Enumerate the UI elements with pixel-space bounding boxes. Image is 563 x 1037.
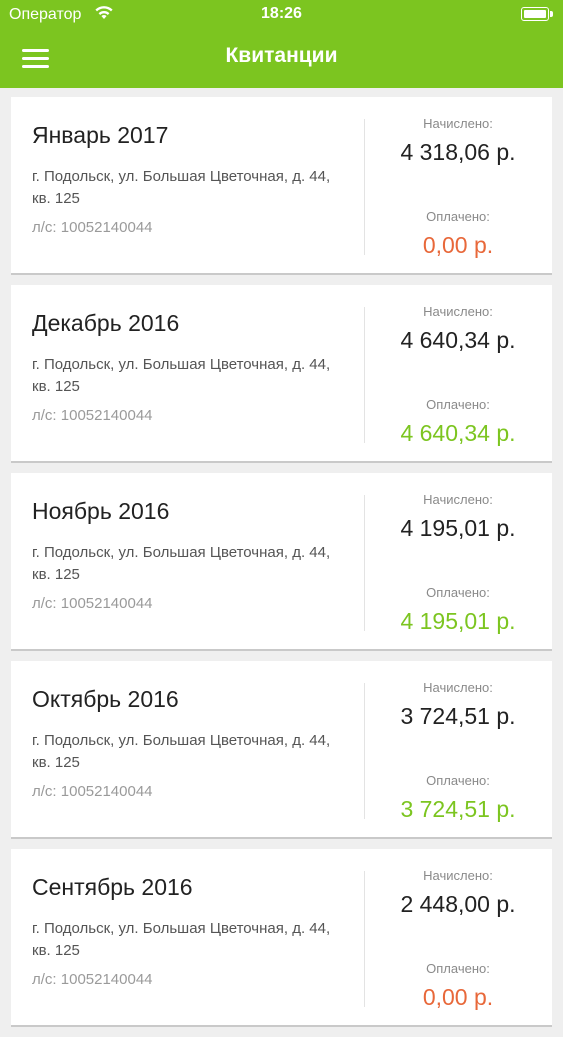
receipt-address: г. Подольск, ул. Большая Цветочная, д. 4… bbox=[32, 356, 331, 395]
paid-amount: 4 640,34 р. bbox=[400, 420, 516, 446]
receipt-account-number: л/с: 10052140044 bbox=[32, 783, 153, 800]
receipt-account-number: л/с: 10052140044 bbox=[32, 407, 153, 424]
paid-label: Оплачено: bbox=[426, 773, 490, 788]
receipt-account-number: л/с: 10052140044 bbox=[32, 219, 153, 236]
charged-label: Начислено: bbox=[423, 304, 493, 319]
receipt-address: г. Подольск, ул. Большая Цветочная, д. 4… bbox=[32, 920, 331, 959]
receipt-address: г. Подольск, ул. Большая Цветочная, д. 4… bbox=[32, 168, 331, 207]
charged-amount: 2 448,00 р. bbox=[400, 891, 516, 917]
vertical-divider bbox=[364, 495, 365, 631]
receipt-account-number: л/с: 10052140044 bbox=[32, 971, 153, 988]
paid-label: Оплачено: bbox=[426, 961, 490, 976]
paid-amount: 4 195,01 р. bbox=[400, 608, 516, 634]
receipt-card[interactable]: Сентябрь 2016 г. Подольск, ул. Большая Цв… bbox=[11, 849, 552, 1027]
paid-amount: 0,00 р. bbox=[422, 232, 494, 258]
vertical-divider bbox=[364, 119, 365, 255]
receipt-card[interactable]: Декабрь 2016 г. Подольск, ул. Большая Цве… bbox=[11, 285, 552, 463]
battery-icon bbox=[521, 7, 553, 21]
charged-amount: 4 640,34 р. bbox=[400, 327, 516, 353]
receipt-address: г. Подольск, ул. Большая Цветочная, д. 4… bbox=[32, 732, 331, 771]
receipt-period: Сентябрь 2016 bbox=[32, 874, 193, 900]
charged-label: Начислено: bbox=[423, 680, 493, 695]
paid-label: Оплачено: bbox=[426, 209, 490, 224]
receipt-card[interactable]: Октябрь 2016 г. Подольск, ул. Большая Цве… bbox=[11, 661, 552, 839]
app-header: Оператор 18:26 Квитанции bbox=[0, 0, 563, 88]
receipt-address: г. Подольск, ул. Большая Цветочная, д. 4… bbox=[32, 544, 331, 583]
navigation-bar: Квитанции bbox=[0, 30, 563, 88]
page-title: Квитанции bbox=[225, 44, 338, 67]
charged-label: Начислено: bbox=[423, 492, 493, 507]
receipt-period: Октябрь 2016 bbox=[32, 686, 179, 712]
receipt-list[interactable]: Январь 2017 г. Подольск, ул. Большая Цвет… bbox=[11, 97, 552, 1037]
receipt-card[interactable]: Ноябрь 2016 г. Подольск, ул. Большая Цвет… bbox=[11, 473, 552, 651]
receipt-account-number: л/с: 10052140044 bbox=[32, 595, 153, 612]
charged-label: Начислено: bbox=[423, 868, 493, 883]
status-bar: Оператор 18:26 bbox=[0, 0, 563, 30]
vertical-divider bbox=[364, 307, 365, 443]
receipt-card[interactable]: Январь 2017 г. Подольск, ул. Большая Цвет… bbox=[11, 97, 552, 275]
charged-amount: 4 195,01 р. bbox=[400, 515, 516, 541]
charged-label: Начислено: bbox=[423, 116, 493, 131]
status-time: 18:26 bbox=[261, 5, 302, 22]
receipt-period: Январь 2017 bbox=[32, 122, 169, 148]
paid-label: Оплачено: bbox=[426, 585, 490, 600]
paid-amount: 0,00 р. bbox=[422, 984, 494, 1010]
paid-label: Оплачено: bbox=[426, 397, 490, 412]
paid-amount: 3 724,51 р. bbox=[400, 796, 516, 822]
receipt-period: Декабрь 2016 bbox=[32, 310, 180, 336]
charged-amount: 3 724,51 р. bbox=[400, 703, 516, 729]
vertical-divider bbox=[364, 683, 365, 819]
vertical-divider bbox=[364, 871, 365, 1007]
charged-amount: 4 318,06 р. bbox=[400, 139, 516, 165]
receipt-period: Ноябрь 2016 bbox=[32, 498, 170, 524]
